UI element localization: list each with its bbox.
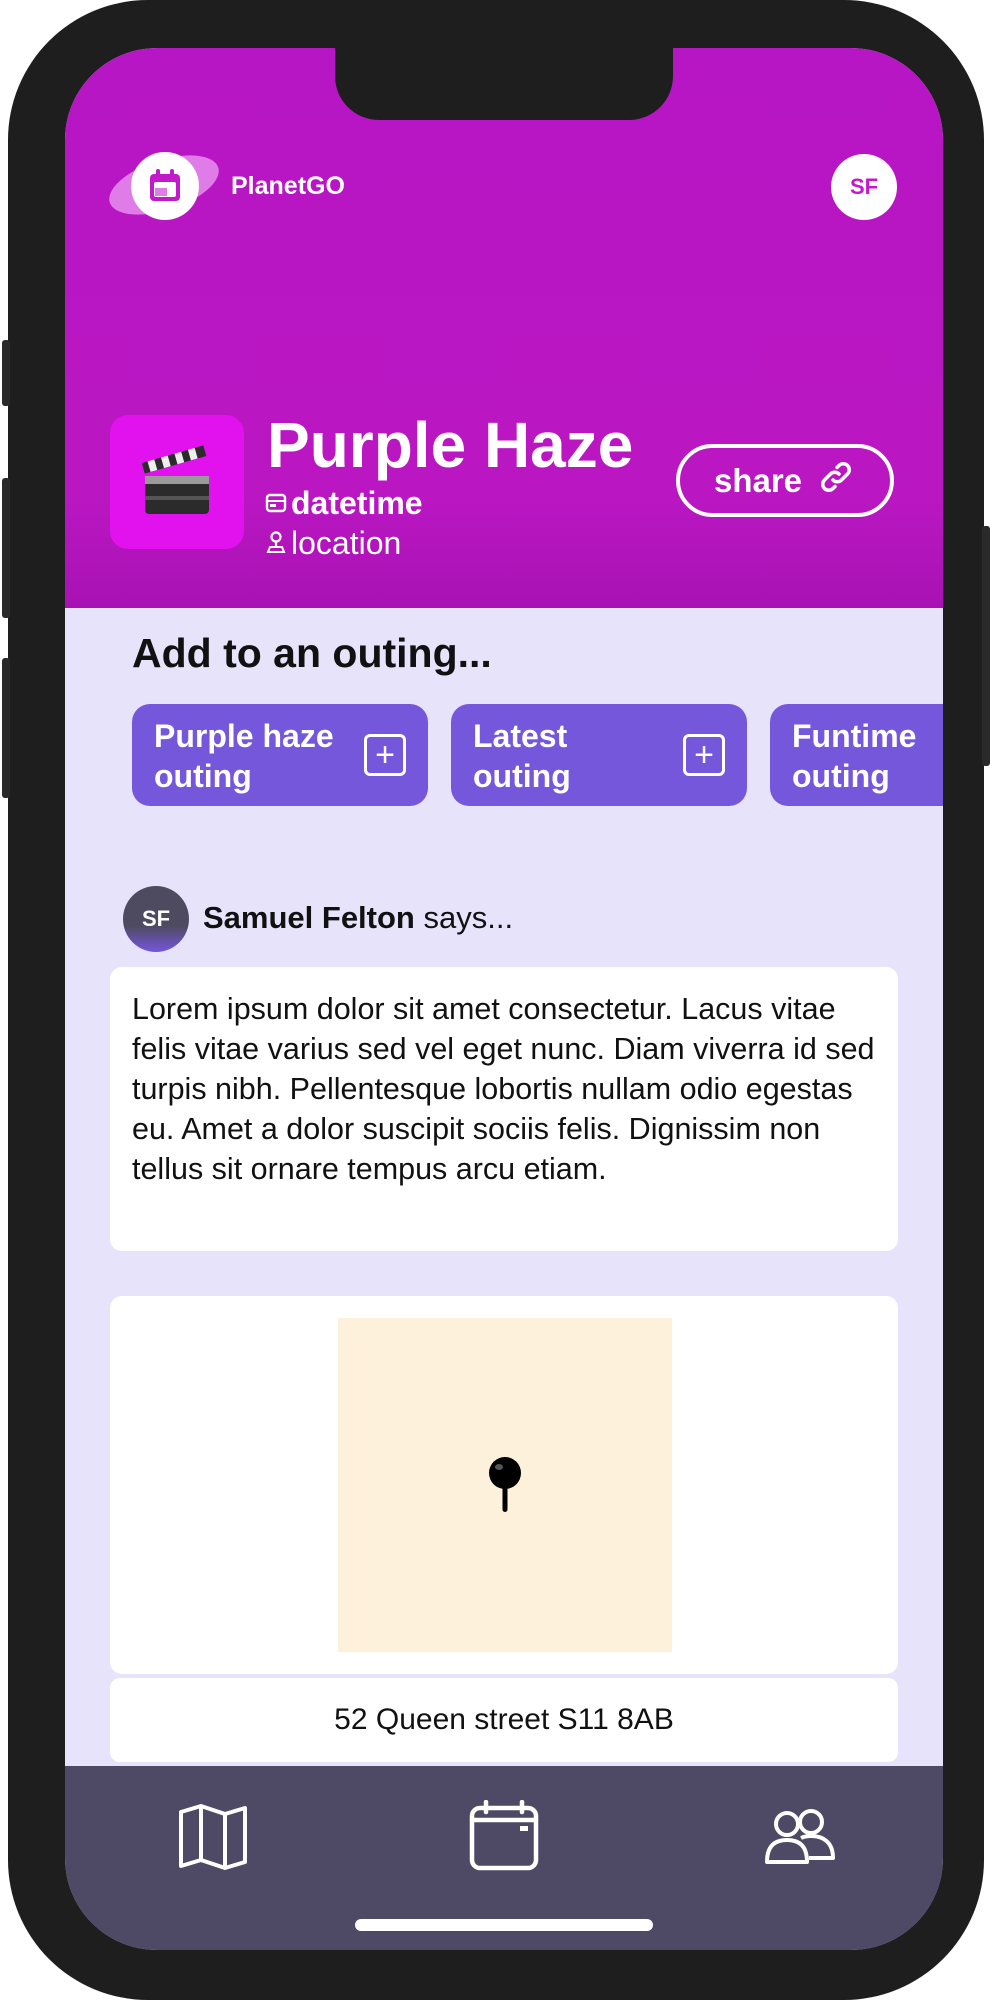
mute-switch xyxy=(2,340,10,406)
volume-up-button xyxy=(2,478,10,618)
volume-down-button xyxy=(2,658,10,798)
outing-chip-label: Latest outing xyxy=(473,718,571,794)
event-header: PlanetGO SF Purple Haze datetime locatio… xyxy=(65,48,943,608)
app-screen: PlanetGO SF Purple Haze datetime locatio… xyxy=(65,48,943,1950)
event-location: location xyxy=(265,525,401,562)
commenter-name[interactable]: Samuel Felton xyxy=(203,900,415,935)
location-pin-icon xyxy=(265,525,287,562)
outings-heading: Add to an outing... xyxy=(132,630,492,676)
power-button xyxy=(982,526,990,766)
map-card xyxy=(110,1296,898,1674)
outing-chip-funtime[interactable]: Funtime outing + xyxy=(770,704,943,806)
add-plus-icon[interactable]: + xyxy=(683,734,725,776)
people-icon[interactable] xyxy=(763,1800,837,1877)
address-text: 52 Queen street S11 8AB xyxy=(334,1703,674,1736)
outing-chip-purple-haze[interactable]: Purple haze outing + xyxy=(132,704,428,806)
map-icon[interactable] xyxy=(177,1800,249,1877)
outing-chip-label: Funtime outing xyxy=(792,718,917,794)
comment-card: Lorem ipsum dolor sit amet consectetur. … xyxy=(110,967,898,1251)
clapperboard-icon xyxy=(110,415,244,549)
brand-name: PlanetGO xyxy=(231,172,345,200)
event-datetime: datetime xyxy=(265,485,423,522)
calendar-logo-icon[interactable] xyxy=(131,152,199,220)
location-map[interactable] xyxy=(338,1318,672,1652)
add-plus-icon[interactable]: + xyxy=(364,734,406,776)
event-title: Purple Haze xyxy=(267,409,634,481)
datetime-text: datetime xyxy=(291,485,423,521)
location-text: location xyxy=(291,525,402,561)
calendar-icon[interactable] xyxy=(468,1799,540,1877)
notch xyxy=(335,48,673,120)
user-avatar[interactable]: SF xyxy=(831,154,897,220)
home-indicator[interactable] xyxy=(355,1919,653,1931)
link-icon xyxy=(816,457,856,505)
commenter-line: Samuel Felton says... xyxy=(203,900,513,936)
phone-frame: PlanetGO SF Purple Haze datetime locatio… xyxy=(2,0,990,2000)
map-pin-icon xyxy=(488,1456,522,1519)
share-label: share xyxy=(713,461,803,499)
outing-chip-label: Purple haze outing xyxy=(154,718,334,794)
calendar-small-icon xyxy=(265,485,287,522)
commenter-avatar[interactable]: SF xyxy=(123,886,189,952)
outing-chip-latest[interactable]: Latest outing + xyxy=(451,704,747,806)
says-text: says... xyxy=(414,900,514,935)
address-card: 52 Queen street S11 8AB xyxy=(110,1678,898,1762)
share-button[interactable]: share xyxy=(676,444,894,517)
comment-text: Lorem ipsum dolor sit amet consectetur. … xyxy=(132,992,875,1186)
